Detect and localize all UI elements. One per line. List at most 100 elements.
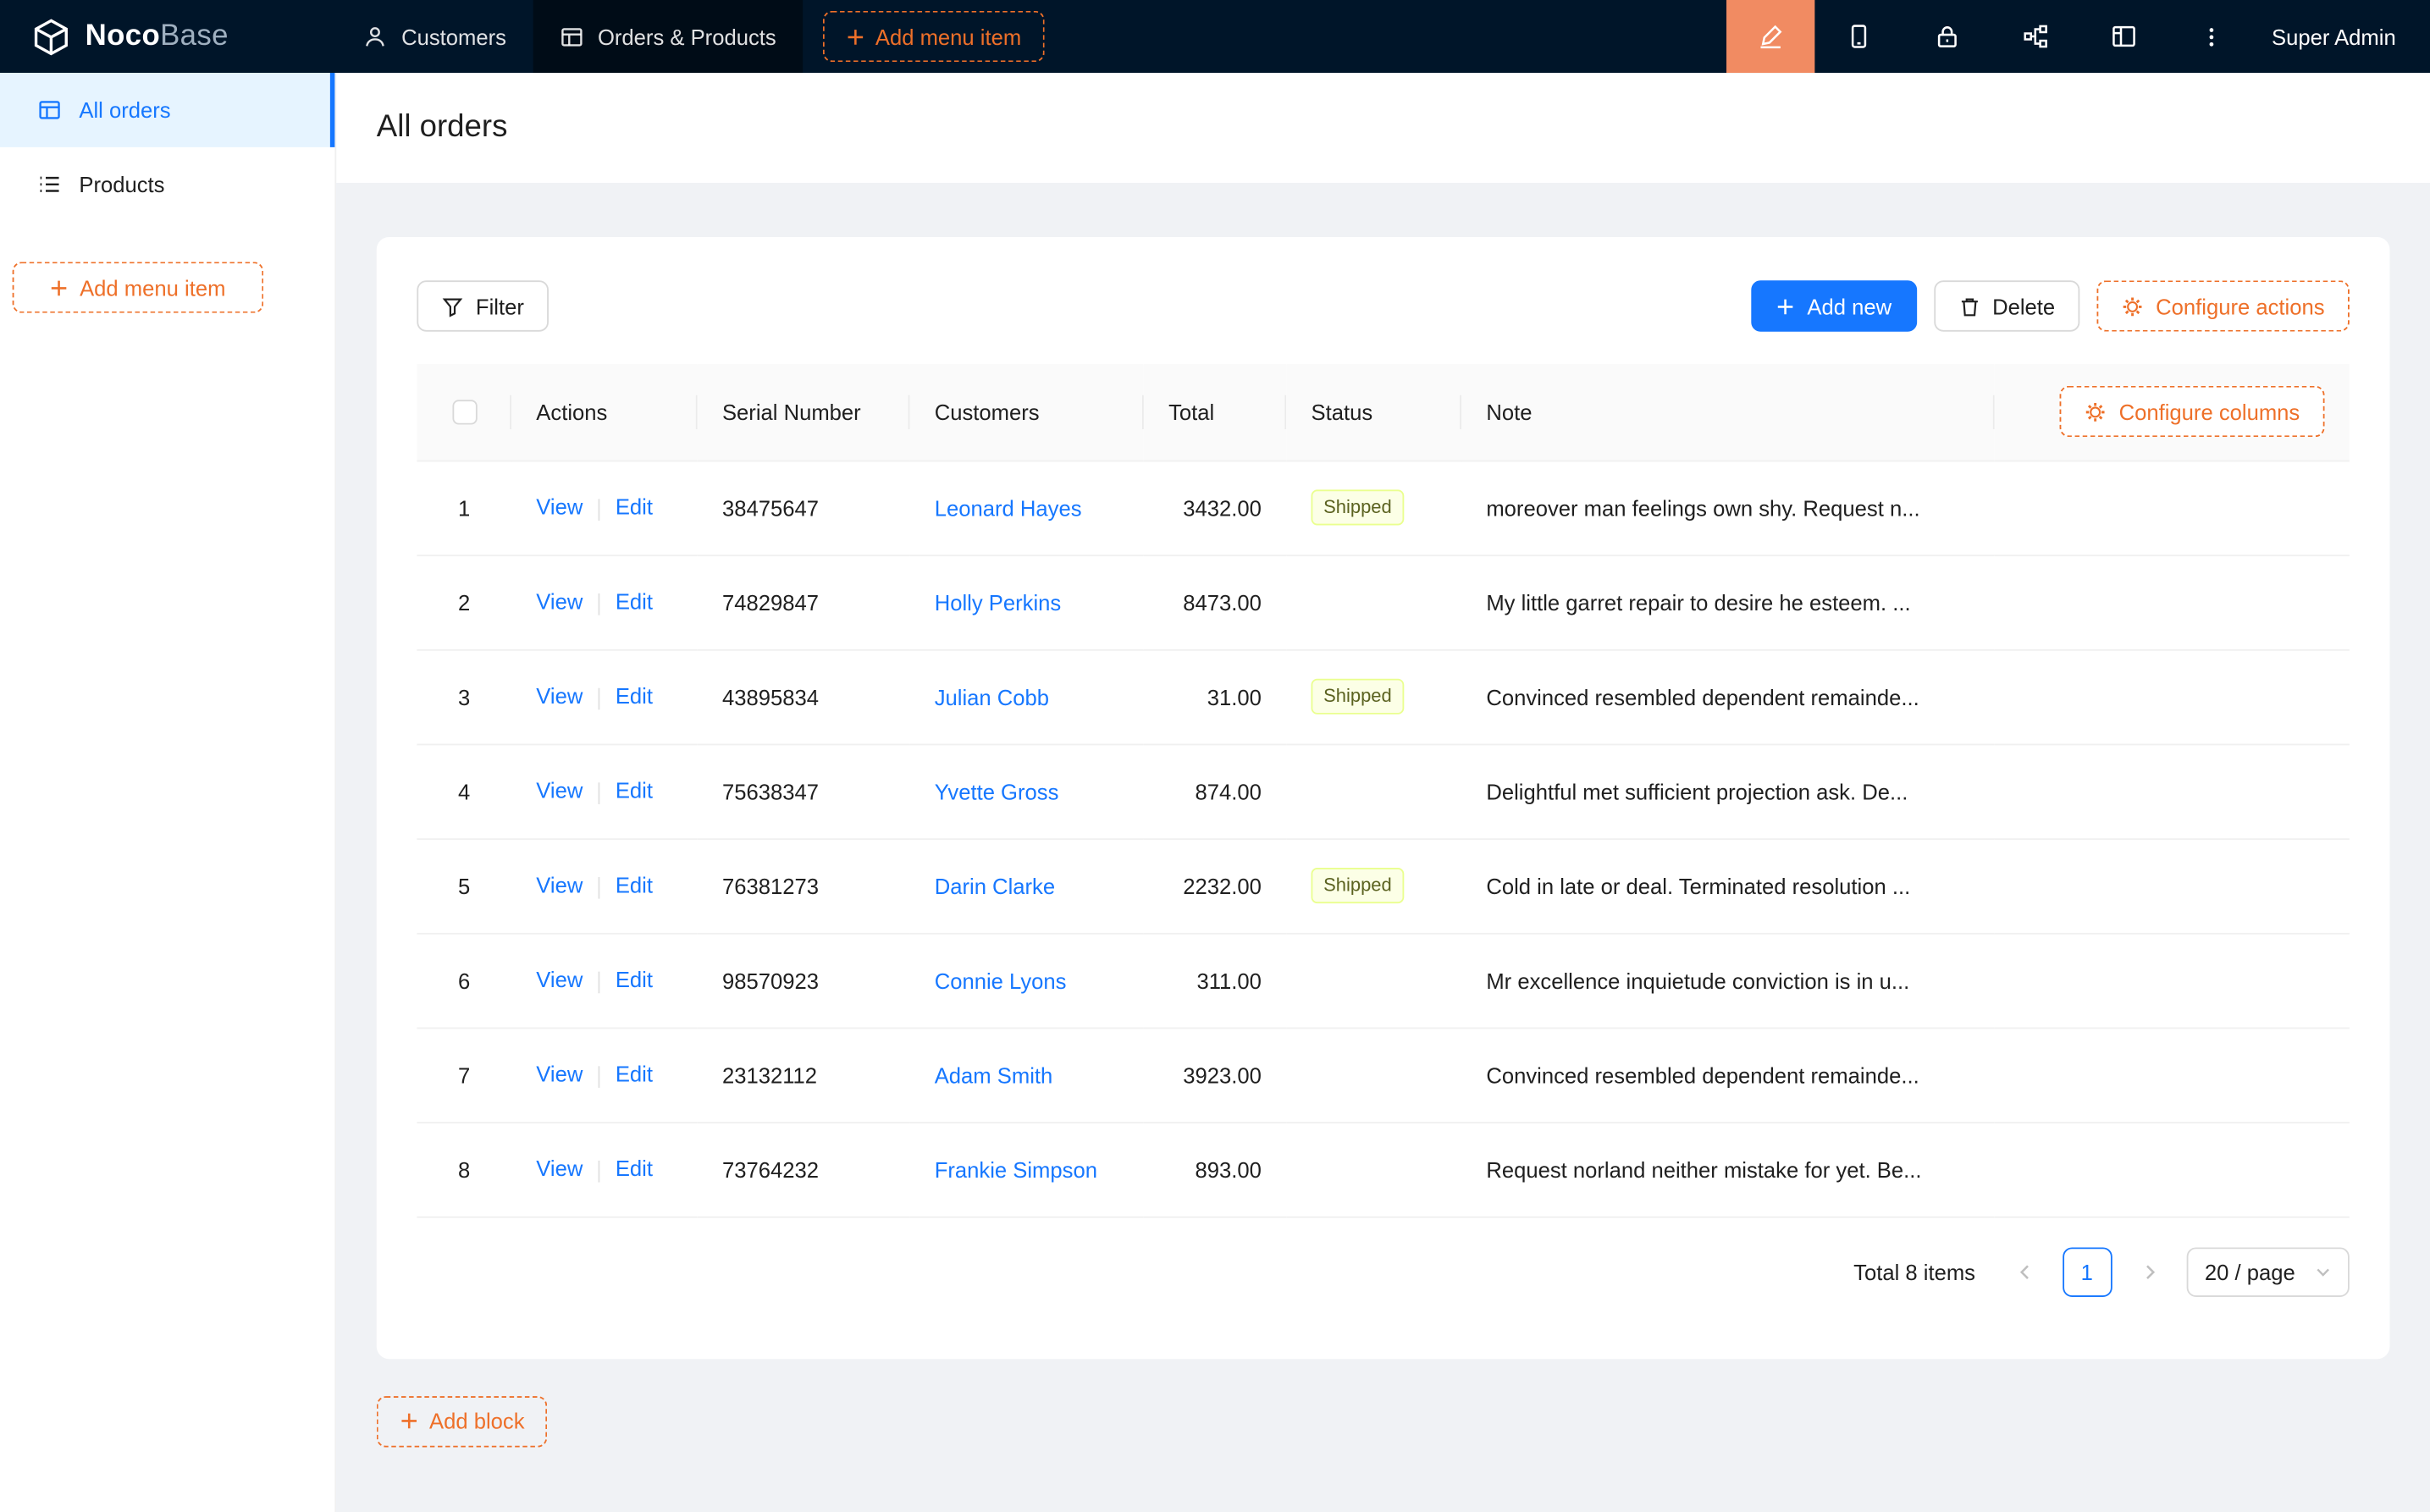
pagination-next-button[interactable]: [2124, 1247, 2174, 1297]
lock-button[interactable]: [1903, 0, 1991, 73]
orders-table-block: Filter Add new Delete Configure actions: [377, 237, 2390, 1358]
table-row[interactable]: 6 ViewEdit 98570923 Connie Lyons 311.00 …: [417, 933, 2349, 1028]
add-new-button[interactable]: Add new: [1751, 280, 1916, 331]
nocobase-logo-icon: [31, 16, 72, 57]
customer-link[interactable]: Holly Perkins: [935, 589, 1062, 614]
serial-number-cell: 76381273: [698, 838, 910, 933]
configure-actions-button[interactable]: Configure actions: [2097, 280, 2350, 331]
edit-link[interactable]: Edit: [616, 968, 653, 992]
customer-link[interactable]: Frankie Simpson: [935, 1156, 1097, 1181]
edit-link[interactable]: Edit: [616, 589, 653, 614]
delete-button[interactable]: Delete: [1934, 280, 2080, 331]
nav-tab-label: Customers: [401, 24, 506, 48]
sidebar-item-all-orders[interactable]: All orders: [0, 73, 334, 147]
row-actions: View Edit: [511, 461, 698, 555]
chevron-right-icon: [2140, 1262, 2158, 1281]
chevron-down-icon: [2316, 1264, 2331, 1279]
view-link[interactable]: View: [536, 1156, 583, 1181]
edit-link[interactable]: Edit: [616, 778, 653, 803]
status-cell: [1286, 1028, 1461, 1123]
view-link[interactable]: View: [536, 968, 583, 992]
select-all-header: [417, 364, 511, 460]
page-header: All orders: [336, 73, 2430, 183]
status-tag: Shipped: [1311, 489, 1404, 525]
edit-link[interactable]: Edit: [616, 1156, 653, 1181]
configure-columns-button[interactable]: Configure columns: [2060, 386, 2325, 437]
customer-link[interactable]: Julian Cobb: [935, 684, 1049, 709]
row-index: 6: [417, 933, 511, 1028]
total-cell: 8473.00: [1144, 555, 1286, 649]
main-menu: Customers Orders & Products Add menu ite…: [336, 0, 1045, 73]
table-row[interactable]: 5 ViewEdit 76381273 Darin Clarke 2232.00…: [417, 838, 2349, 933]
column-header-serial-number: Serial Number: [698, 364, 910, 460]
table-row[interactable]: 1 ViewEdit 38475647 Leonard Hayes 3432.0…: [417, 461, 2349, 555]
add-block-button[interactable]: Add block: [377, 1395, 548, 1446]
table-icon: [559, 24, 583, 48]
view-link[interactable]: View: [536, 1062, 583, 1086]
ui-editor-button[interactable]: [1726, 0, 1814, 73]
divider: [599, 499, 600, 521]
sidebar-add-menu-item-button[interactable]: Add menu item: [13, 262, 264, 312]
note-cell: Request norland neither mistake for yet.…: [1461, 1122, 1995, 1217]
edit-link[interactable]: Edit: [616, 684, 653, 709]
highlighter-icon: [1757, 23, 1783, 49]
customer-link[interactable]: Yvette Gross: [935, 779, 1059, 803]
pagination-prev-button[interactable]: [2000, 1247, 2050, 1297]
filter-button[interactable]: Filter: [417, 280, 549, 331]
nav-tab-customers[interactable]: Customers: [336, 0, 533, 73]
plugins-button[interactable]: [1991, 0, 2079, 73]
table-row[interactable]: 2 ViewEdit 74829847 Holly Perkins 8473.0…: [417, 555, 2349, 649]
settings-center-button[interactable]: [2079, 0, 2168, 73]
pagination-page-1[interactable]: 1: [2062, 1247, 2112, 1297]
view-link[interactable]: View: [536, 495, 583, 520]
view-link[interactable]: View: [536, 589, 583, 614]
table-row[interactable]: 7 ViewEdit 23132112 Adam Smith 3923.00 C…: [417, 1028, 2349, 1123]
partition-icon: [2022, 23, 2048, 49]
total-cell: 311.00: [1144, 933, 1286, 1028]
customer-link[interactable]: Leonard Hayes: [935, 495, 1082, 520]
layout-icon: [2111, 23, 2137, 49]
more-button[interactable]: [2168, 0, 2256, 73]
row-index: 5: [417, 838, 511, 933]
customer-link[interactable]: Adam Smith: [935, 1062, 1053, 1087]
trash-icon: [1958, 295, 1980, 317]
gear-icon: [2085, 401, 2107, 423]
view-link[interactable]: View: [536, 684, 583, 709]
page-size-select[interactable]: 20 / page: [2186, 1247, 2350, 1297]
column-header-note: Note: [1461, 364, 1995, 460]
status-tag: Shipped: [1311, 679, 1404, 715]
toolbar-right-actions: Add new Delete Configure actions: [1751, 280, 2349, 331]
customer-link[interactable]: Connie Lyons: [935, 968, 1067, 992]
divider: [599, 876, 600, 898]
edit-link[interactable]: Edit: [616, 1062, 653, 1086]
serial-number-cell: 23132112: [698, 1028, 910, 1123]
table-row[interactable]: 4 ViewEdit 75638347 Yvette Gross 874.00 …: [417, 744, 2349, 839]
select-all-checkbox[interactable]: [452, 400, 477, 425]
app-logo[interactable]: NocoBase: [0, 0, 336, 73]
customer-cell: Leonard Hayes: [909, 461, 1143, 555]
filter-icon: [442, 295, 464, 317]
edit-link[interactable]: Edit: [616, 873, 653, 897]
customer-link[interactable]: Darin Clarke: [935, 873, 1055, 897]
serial-number-cell: 73764232: [698, 1122, 910, 1217]
customer-cell: Frankie Simpson: [909, 1122, 1143, 1217]
nav-tab-orders-products[interactable]: Orders & Products: [533, 0, 803, 73]
divider: [599, 687, 600, 709]
mobile-icon: [1846, 23, 1872, 49]
view-link[interactable]: View: [536, 873, 583, 897]
table-icon: [37, 97, 62, 122]
status-cell: [1286, 744, 1461, 839]
row-index: 2: [417, 555, 511, 649]
customer-cell: Julian Cobb: [909, 649, 1143, 744]
row-actions: View Edit: [511, 1028, 698, 1123]
table-row[interactable]: 3 ViewEdit 43895834 Julian Cobb 31.00 Sh…: [417, 649, 2349, 744]
view-link[interactable]: View: [536, 778, 583, 803]
sidebar-item-products[interactable]: Products: [0, 147, 334, 222]
edit-link[interactable]: Edit: [616, 495, 653, 520]
page-title: All orders: [377, 110, 508, 146]
pagination-total: Total 8 items: [1853, 1259, 1975, 1283]
table-row[interactable]: 8 ViewEdit 73764232 Frankie Simpson 893.…: [417, 1122, 2349, 1217]
user-menu[interactable]: Super Admin: [2256, 0, 2430, 73]
nav-add-menu-item-button[interactable]: Add menu item: [823, 11, 1045, 62]
mobile-preview-button[interactable]: [1814, 0, 1903, 73]
